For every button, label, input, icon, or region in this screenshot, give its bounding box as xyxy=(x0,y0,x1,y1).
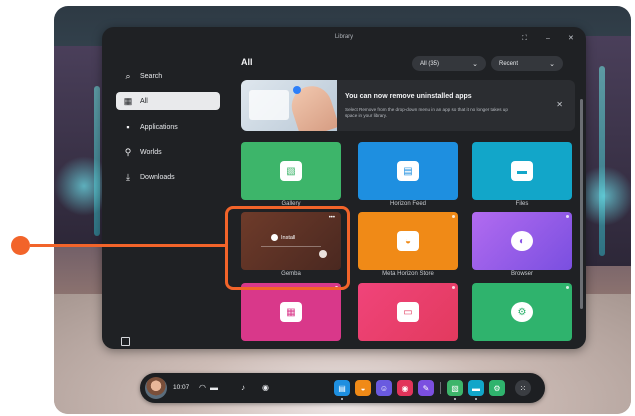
taskbar-app-gallery[interactable]: ▧ xyxy=(447,380,463,396)
app-tile-browser[interactable]: ◐ xyxy=(472,212,572,270)
callout-marker xyxy=(11,236,30,255)
microphone-icon[interactable]: ♪ xyxy=(241,383,245,392)
close-icon[interactable]: ✕ xyxy=(556,100,563,109)
chevron-down-icon: ⌄ xyxy=(472,60,478,68)
banner-illustration xyxy=(241,80,337,131)
library-content: All All (35) ⌄ Recent ⌄ You can now remo… xyxy=(233,47,586,349)
sidebar-item-label: Downloads xyxy=(140,173,175,181)
taskbar: 10:07 ◠ ▬ ♪ ◉ ▤ ◒ ☺ ◉ ✎ ▧ ▬ ⚙ ⁙ xyxy=(140,373,545,403)
clock: 10:07 xyxy=(173,384,190,391)
sidebar-item-applications[interactable]: ▪ Applications xyxy=(116,118,220,136)
sidebar-item-label: Worlds xyxy=(140,148,162,156)
sidebar-item-label: Applications xyxy=(140,123,178,131)
gallery-icon: ▧ xyxy=(280,161,302,181)
status-dot xyxy=(452,286,455,289)
chevron-down-icon: ⌄ xyxy=(549,60,555,68)
window-title: Library xyxy=(334,34,354,40)
download-icon: ⤓ xyxy=(126,171,130,182)
sidebar-item-worlds[interactable]: ⚲ Worlds xyxy=(116,143,220,161)
grid-icon: ▦ xyxy=(123,95,133,106)
taskbar-app-feed[interactable]: ▤ xyxy=(334,380,350,396)
controller-icon[interactable]: ◉ xyxy=(262,383,269,392)
apps-icon: ▪ xyxy=(126,122,130,132)
filter-dropdown[interactable]: All (35) ⌄ xyxy=(412,56,486,71)
info-banner: You can now remove uninstalled apps Sele… xyxy=(241,80,575,131)
app-tile-meta-horizon-store[interactable]: ◒ xyxy=(358,212,458,270)
minimize-icon[interactable]: – xyxy=(546,35,550,42)
wifi-icon: ◠ xyxy=(199,383,206,392)
taskbar-app-people[interactable]: ☺ xyxy=(376,380,392,396)
battery-icon: ▬ xyxy=(210,383,218,392)
browser-icon: ◐ xyxy=(511,231,533,251)
sidebar-item-label: Search xyxy=(140,72,163,80)
app-tile-label: Files xyxy=(515,201,529,207)
close-icon[interactable]: ✕ xyxy=(568,35,574,42)
app-tile-label: Horizon Feed xyxy=(389,201,427,207)
taskbar-app-files[interactable]: ▬ xyxy=(468,380,484,396)
running-indicator xyxy=(341,398,343,400)
status-dot xyxy=(566,215,569,218)
banner-title: You can now remove uninstalled apps xyxy=(345,93,472,100)
store-bag-icon: ◒ xyxy=(397,231,419,251)
app-tile-label: Meta Horizon Store xyxy=(382,271,434,277)
feed-icon: ▤ xyxy=(397,161,419,181)
avatar[interactable] xyxy=(145,377,167,399)
taskbar-app-settings[interactable]: ⚙ xyxy=(489,380,505,396)
callout-line xyxy=(30,244,225,247)
app-tile-tv[interactable]: ▭ xyxy=(358,283,458,341)
sidebar-item-label: All xyxy=(140,97,148,105)
highlight-box xyxy=(225,206,350,290)
filter-dropdown-value: All (35) xyxy=(420,60,440,67)
taskbar-app-camera[interactable]: ◉ xyxy=(397,380,413,396)
taskbar-divider xyxy=(440,382,441,394)
sort-dropdown-value: Recent xyxy=(499,60,519,67)
banner-text: Select Remove from the drop-down menu in… xyxy=(345,107,508,118)
sidebar-item-downloads[interactable]: ⤓ Downloads xyxy=(116,168,220,186)
sidebar-item-all[interactable]: ▦ All xyxy=(116,92,220,110)
collapse-sidebar-button[interactable] xyxy=(121,337,130,346)
status-dot xyxy=(452,215,455,218)
sidebar-item-search[interactable]: ⌕ Search xyxy=(116,67,220,85)
sidebar: ⌕ Search ▦ All ▪ Applications ⚲ Worlds ⤓… xyxy=(102,47,227,349)
library-window: Library ⛶ – ✕ ⌕ Search ▦ All ▪ Applicati… xyxy=(102,27,586,349)
sort-dropdown[interactable]: Recent ⌄ xyxy=(491,56,563,71)
app-tile-settings[interactable]: ⚙ xyxy=(472,283,572,341)
app-tile-horizon-feed[interactable]: ▤ xyxy=(358,142,458,200)
search-icon: ⌕ xyxy=(125,70,131,81)
calendar-icon: ▦ xyxy=(280,302,302,322)
running-indicator xyxy=(454,398,456,400)
app-tile-calendar[interactable]: ▦ xyxy=(241,283,341,341)
status-dot xyxy=(566,286,569,289)
app-tile-gallery[interactable]: ▧ xyxy=(241,142,341,200)
worlds-icon: ⚲ xyxy=(124,146,132,157)
restore-icon[interactable]: ⛶ xyxy=(522,35,527,42)
taskbar-app-library[interactable]: ⁙ xyxy=(515,380,531,396)
tv-icon: ▭ xyxy=(397,302,419,322)
folder-icon: ▬ xyxy=(511,161,533,181)
taskbar-app-chat[interactable]: ✎ xyxy=(418,380,434,396)
app-tile-label: Browser xyxy=(510,271,533,277)
settings-icon: ⚙ xyxy=(511,302,533,322)
scrollbar[interactable] xyxy=(580,99,583,309)
title-bar[interactable]: Library ⛶ – ✕ xyxy=(102,27,586,47)
page-title: All xyxy=(241,57,253,67)
taskbar-app-store[interactable]: ◒ xyxy=(355,380,371,396)
running-indicator xyxy=(475,398,477,400)
app-tile-files[interactable]: ▬ xyxy=(472,142,572,200)
